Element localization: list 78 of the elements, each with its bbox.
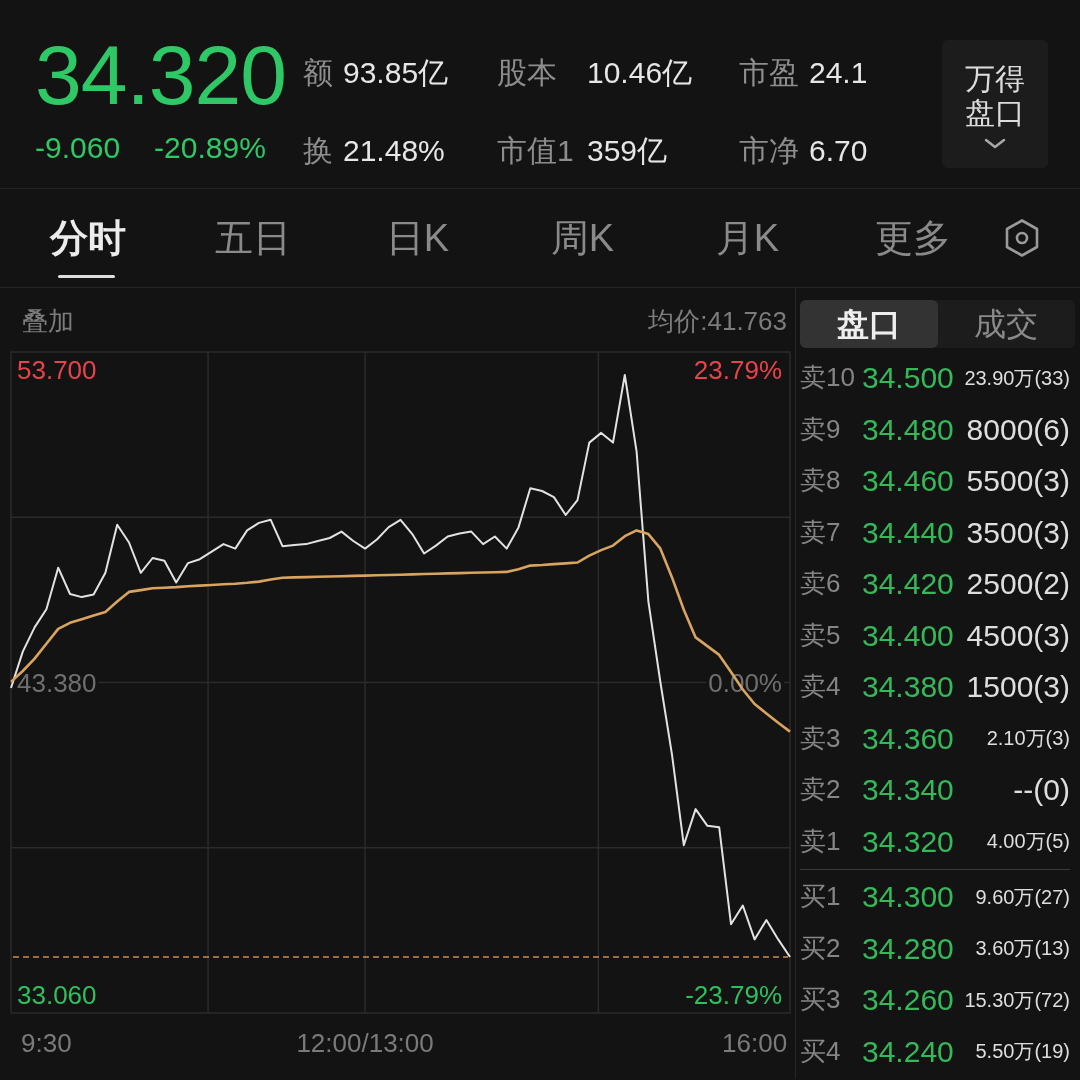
chevron-down-icon — [984, 138, 1006, 150]
order-price: 34.460 — [862, 463, 955, 500]
order-price: 34.380 — [862, 669, 955, 706]
order-level-label: 卖1 — [800, 824, 842, 858]
average-price-label: 均价:41.763 — [648, 305, 787, 338]
order-level-label: 买4 — [800, 1034, 842, 1068]
order-volume: 3500(3) — [965, 514, 1071, 551]
order-price: 34.400 — [862, 617, 955, 654]
stat-value: 21.48% — [343, 132, 446, 169]
order-volume: 4500(3) — [965, 617, 1071, 654]
order-level-label: 卖4 — [800, 670, 842, 704]
stat-value: 10.46亿 — [587, 54, 694, 91]
order-volume: 9.60万(27) — [974, 884, 1071, 910]
order-book-tab[interactable]: 成交 — [937, 300, 1075, 348]
order-level-label: 卖7 — [800, 515, 842, 549]
percent-change: -20.89% — [154, 131, 266, 165]
order-book-tab[interactable]: 盘口 — [800, 300, 938, 348]
order-price: 34.300 — [862, 879, 955, 916]
stat-label: 市净 — [739, 132, 800, 169]
order-level-label: 卖8 — [800, 464, 842, 498]
time-axis-label: 16:00 — [722, 1028, 788, 1058]
order-volume: --(0) — [1012, 772, 1071, 809]
order-volume: 1500(3) — [965, 669, 1071, 706]
time-axis-label: 9:30 — [21, 1028, 72, 1058]
stat-label: 股本 — [497, 54, 558, 91]
order-price: 34.320 — [862, 823, 955, 860]
order-volume: 5.50万(19) — [974, 1039, 1071, 1065]
order-volume: 2.10万(3) — [985, 726, 1071, 752]
order-level-label: 卖3 — [800, 721, 842, 755]
percent-axis-label: 23.79% — [693, 354, 782, 385]
overlay-button[interactable]: 叠加 — [22, 302, 74, 341]
order-price: 34.420 — [862, 566, 955, 603]
time-axis-label: 12:00/13:00 — [296, 1028, 434, 1058]
chart-tab[interactable]: 周K — [500, 189, 665, 287]
order-volume: 2500(2) — [965, 566, 1071, 603]
order-price: 34.260 — [862, 982, 955, 1019]
order-level-label: 卖6 — [800, 567, 842, 601]
order-panel-button[interactable]: 万得盘口 — [942, 40, 1048, 168]
stat-label: 市值1 — [497, 132, 575, 169]
price-axis-label: 53.700 — [17, 354, 97, 385]
price-axis-label: 33.060 — [17, 980, 97, 1011]
order-volume: 8000(6) — [965, 411, 1071, 448]
chart-tab[interactable]: 五日 — [170, 189, 335, 287]
stat-value: 93.85亿 — [343, 54, 450, 91]
order-volume: 3.60万(13) — [974, 936, 1071, 962]
chart-tab[interactable]: 日K — [335, 189, 500, 287]
order-price: 34.440 — [862, 514, 955, 551]
last-price: 34.320 — [35, 33, 287, 117]
order-price: 34.240 — [862, 1033, 955, 1070]
order-price: 34.340 — [862, 772, 955, 809]
order-level-label: 卖2 — [800, 773, 842, 807]
settings-icon[interactable] — [1004, 218, 1040, 258]
order-level-label: 卖10 — [800, 361, 856, 395]
chart-tab[interactable]: 月K — [665, 189, 830, 287]
order-level-label: 买1 — [800, 880, 842, 914]
stat-label: 市盈 — [739, 54, 800, 91]
order-price: 34.360 — [862, 720, 955, 757]
order-volume: 5500(3) — [965, 463, 1071, 500]
order-volume: 23.90万(33) — [963, 365, 1071, 391]
stat-label: 换 — [303, 132, 334, 169]
order-volume: 15.30万(72) — [963, 987, 1071, 1013]
stat-label: 额 — [303, 54, 334, 91]
stat-value: 359亿 — [587, 132, 669, 169]
order-price: 34.280 — [862, 930, 955, 967]
percent-axis-label: -23.79% — [685, 980, 782, 1011]
order-level-label: 卖9 — [800, 412, 842, 446]
chart-tab[interactable]: 分时 — [5, 189, 170, 287]
order-level-label: 卖5 — [800, 618, 842, 652]
stat-value: 6.70 — [809, 132, 868, 169]
order-level-label: 买3 — [800, 983, 842, 1017]
stat-value: 24.1 — [809, 54, 868, 91]
order-price: 34.480 — [862, 411, 955, 448]
order-volume: 4.00万(5) — [985, 829, 1071, 855]
price-change: -9.060 — [35, 131, 121, 165]
order-price: 34.500 — [862, 360, 955, 397]
price-axis-label: 43.380 — [17, 667, 97, 698]
chart-tab[interactable]: 更多 — [830, 189, 995, 287]
order-level-label: 买2 — [800, 931, 842, 965]
